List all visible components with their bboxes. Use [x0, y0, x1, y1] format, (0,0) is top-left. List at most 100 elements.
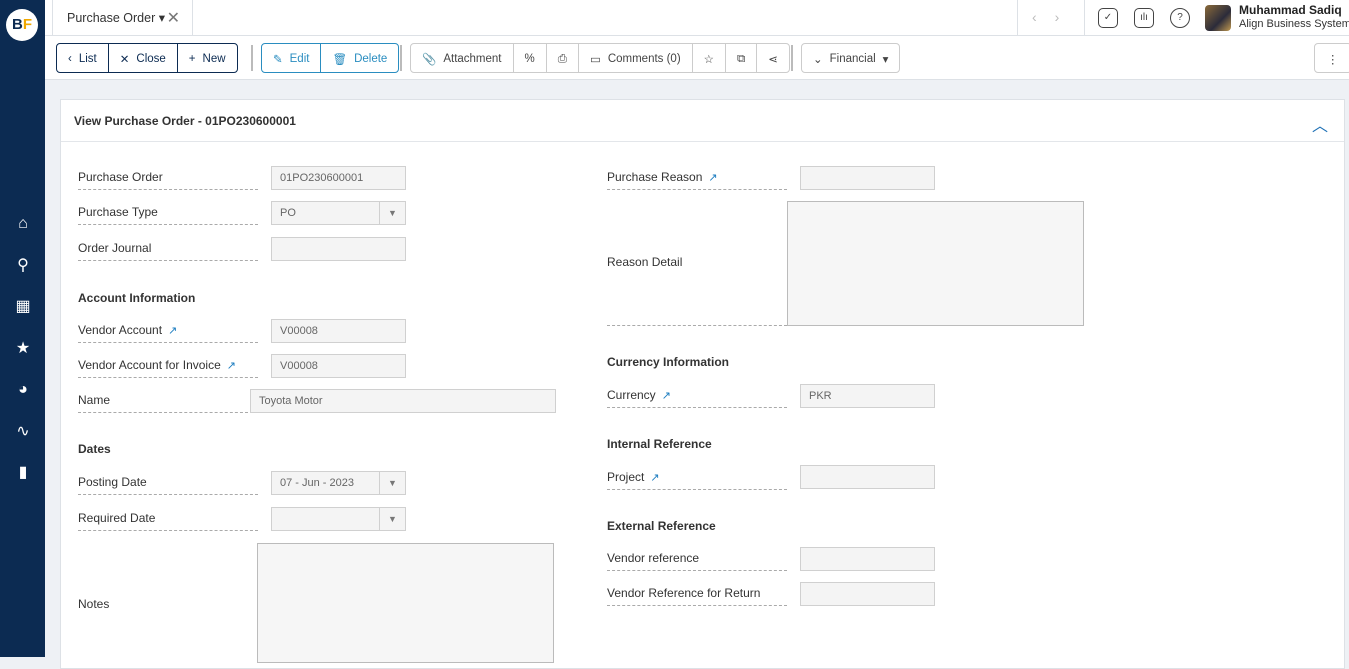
account-info-heading: Account Information: [78, 291, 196, 305]
list-label: List: [78, 53, 97, 65]
list-button[interactable]: ‹ List: [57, 44, 109, 72]
purchase-type-label: Purchase Type: [78, 201, 258, 225]
notes-label: Notes: [78, 597, 110, 611]
required-date-picker[interactable]: ▼: [271, 507, 406, 531]
edit-button[interactable]: ✎ Edit: [262, 44, 322, 72]
comments-button[interactable]: ▭ Comments (0): [579, 44, 693, 72]
star-icon: ☆: [703, 54, 714, 66]
star-icon[interactable]: ★: [12, 338, 34, 360]
nav-arrows[interactable]: ‹›: [1017, 0, 1085, 36]
close-icon: ✕: [119, 54, 130, 66]
bar-chart-icon[interactable]: ▮: [12, 462, 34, 484]
next-icon[interactable]: ›: [1055, 9, 1078, 25]
external-link-icon[interactable]: ↗: [227, 360, 236, 372]
order-journal-field[interactable]: [271, 237, 406, 261]
vendor-reference-field[interactable]: [800, 547, 935, 571]
print-button[interactable]: ⎙: [547, 44, 579, 72]
project-label: Project ↗: [607, 466, 787, 490]
chevron-down-icon[interactable]: ▼: [379, 508, 405, 530]
panel-title: View Purchase Order - 01PO230600001: [61, 100, 1344, 142]
chevron-left-icon: ‹: [68, 53, 72, 65]
search-icon[interactable]: ⚲: [12, 255, 34, 277]
delete-button[interactable]: 🗑 Delete: [321, 44, 398, 72]
external-link-icon[interactable]: ↗: [662, 390, 671, 402]
external-link-icon[interactable]: ↗: [708, 172, 717, 184]
currency-text: Currency: [607, 388, 656, 402]
percent-button[interactable]: %: [514, 44, 547, 72]
chevron-down-icon[interactable]: ▼: [379, 202, 405, 224]
reason-detail-label: Reason Detail: [607, 251, 787, 326]
vendor-account-invoice-label: Vendor Account for Invoice ↗: [78, 354, 258, 378]
purchase-type-select[interactable]: PO ▼: [271, 201, 406, 225]
share-icon: ⋖: [768, 54, 778, 66]
new-label: New: [202, 53, 226, 65]
reason-detail-textarea[interactable]: [787, 201, 1084, 326]
purchase-order-label: Purchase Order: [78, 166, 258, 190]
report-icon[interactable]: ılı: [1134, 8, 1154, 28]
purchase-reason-text: Purchase Reason: [607, 170, 703, 184]
close-tab-icon[interactable]: ✕: [167, 8, 180, 28]
attachment-label: Attachment: [443, 53, 502, 65]
currency-info-heading: Currency Information: [607, 355, 730, 369]
help-icon[interactable]: ?: [1170, 8, 1190, 28]
grid-icon[interactable]: ▦: [12, 296, 34, 318]
name-label: Name: [78, 389, 248, 413]
collapse-icon[interactable]: ︿: [1312, 112, 1328, 136]
vendor-account-field[interactable]: V00008: [271, 319, 406, 343]
close-label: Close: [136, 53, 166, 65]
chevron-down-icon[interactable]: ▼: [379, 472, 405, 494]
vendor-account-invoice-field[interactable]: V00008: [271, 354, 406, 378]
plus-icon: +: [188, 53, 196, 65]
tab-purchase-order[interactable]: Purchase Order ▾ ✕: [52, 0, 193, 36]
vendor-reference-return-field[interactable]: [800, 582, 935, 606]
prev-icon[interactable]: ‹: [1032, 9, 1055, 25]
posting-date-label: Posting Date: [78, 471, 258, 495]
external-link-icon[interactable]: ↗: [650, 472, 659, 484]
comments-label: Comments (0): [607, 53, 681, 65]
copy-icon: ⧉: [736, 52, 746, 65]
pie-chart-icon[interactable]: ◕: [12, 379, 34, 401]
vendor-account-label: Vendor Account ↗: [78, 319, 258, 343]
vendor-account-text: Vendor Account: [78, 323, 163, 337]
posting-date-picker[interactable]: 07 - Jun - 2023 ▼: [271, 471, 406, 495]
currency-field[interactable]: PKR: [800, 384, 935, 408]
purchase-order-field[interactable]: 01PO230600001: [271, 166, 406, 190]
new-button[interactable]: + New: [178, 44, 237, 72]
financial-label: Financial: [829, 53, 876, 65]
attachment-button[interactable]: 📎 Attachment: [411, 44, 514, 72]
internal-ref-heading: Internal Reference: [607, 437, 712, 451]
posting-date-value: 07 - Jun - 2023: [280, 477, 354, 489]
purchase-reason-field[interactable]: [800, 166, 935, 190]
required-date-label: Required Date: [78, 507, 258, 531]
sidebar: BF ⌂ ⚲ ▦ ★ ◕ ∿ ▮: [0, 0, 45, 657]
avatar[interactable]: [1205, 5, 1231, 31]
name-field[interactable]: Toyota Motor: [250, 389, 556, 413]
notes-textarea[interactable]: [257, 543, 554, 663]
share-button[interactable]: ⋖: [757, 44, 789, 72]
tab-label: Purchase Order: [67, 11, 156, 25]
purchase-type-value: PO: [280, 207, 296, 219]
vendor-reference-return-label: Vendor Reference for Return: [607, 582, 787, 606]
copy-button[interactable]: ⧉: [726, 44, 758, 72]
trash-icon: 🗑: [332, 54, 348, 66]
vendor-reference-label: Vendor reference: [607, 547, 787, 571]
percent-label: %: [524, 53, 535, 65]
project-field[interactable]: [800, 465, 935, 489]
edit-label: Edit: [289, 53, 310, 65]
toolbar: ‹ List ✕ Close + New ✎ Edit 🗑 Delete 📎 Attachm…: [45, 36, 1349, 80]
chevron-down-icon: ⌄: [813, 54, 823, 66]
close-button[interactable]: ✕ Close: [109, 44, 178, 72]
comment-icon: ▭: [589, 54, 601, 66]
activity-icon[interactable]: ∿: [12, 421, 34, 443]
pencil-icon: ✎: [273, 54, 283, 66]
vendor-account-invoice-text: Vendor Account for Invoice: [78, 358, 221, 372]
external-link-icon[interactable]: ↗: [168, 325, 177, 337]
kebab-icon: ⋮: [1327, 54, 1339, 66]
mail-icon[interactable]: ✓: [1098, 8, 1118, 28]
logo[interactable]: BF: [6, 9, 38, 41]
favorite-button[interactable]: ☆: [693, 44, 726, 72]
financial-dropdown[interactable]: ⌄ Financial ▾: [802, 44, 899, 72]
currency-label: Currency ↗: [607, 384, 787, 408]
home-icon[interactable]: ⌂: [12, 213, 34, 235]
more-menu-button[interactable]: ⋮: [1315, 44, 1349, 72]
